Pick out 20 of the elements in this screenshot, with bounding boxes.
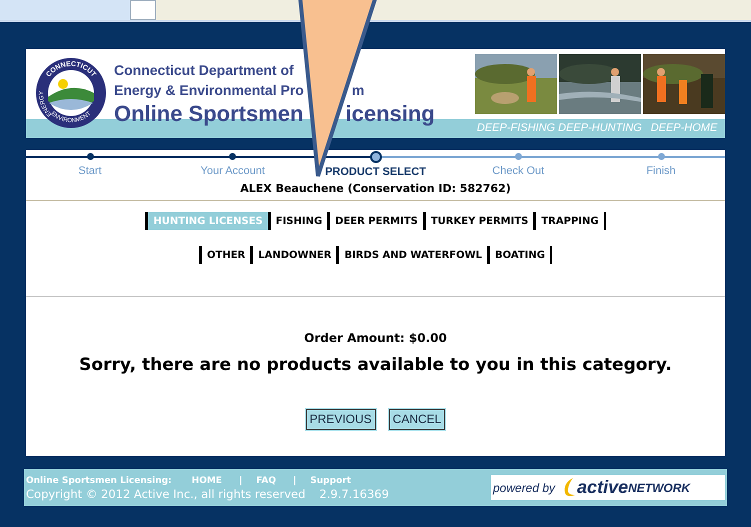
order-amount: Order Amount: $0.00	[304, 330, 447, 347]
new-tab-button[interactable]	[130, 0, 156, 20]
step-label: Start	[78, 164, 102, 179]
link-separator: |	[238, 474, 242, 486]
copyright-text: Copyright © 2012 Active Inc., all rights reserved	[26, 486, 306, 500]
powered-by-logo: powered by activeNETWORK	[491, 475, 725, 500]
nav-button[interactable]: PREVIOUS	[306, 408, 376, 430]
department-name: Energy & Environmental Pro	[114, 81, 304, 100]
department-name: m	[352, 81, 364, 100]
version-number: 2.9.7.16369	[319, 486, 389, 500]
nav-button[interactable]: CANCEL	[388, 408, 446, 430]
empty-message: Sorry, there are no products available to you in this category.	[79, 354, 672, 377]
step-label: PRODUCT SELECT	[325, 165, 426, 180]
link-separator: |	[293, 474, 296, 486]
step-label: Check Out	[492, 164, 544, 179]
step-label: Your Account	[200, 164, 265, 179]
step-label: Finish	[646, 164, 676, 179]
customer-name: ALEX Beauchene (Conservation ID: 582762)	[240, 180, 511, 196]
department-name: Connecticut Department of	[114, 61, 295, 80]
footer-label: Online Sportsmen Licensing:	[26, 474, 172, 486]
